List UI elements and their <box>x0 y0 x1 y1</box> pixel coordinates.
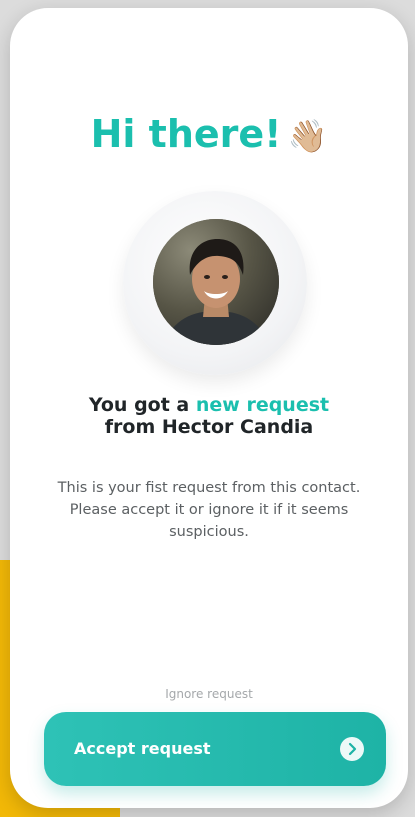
request-message: This is your fist request from this cont… <box>57 480 361 540</box>
greeting-title-text: Hi there! <box>90 112 282 156</box>
greeting-title: Hi there! 👋🏼 <box>10 112 408 156</box>
chevron-right-circle-icon <box>340 737 364 761</box>
waving-hand-icon: 👋🏼 <box>287 117 328 155</box>
headline-accent: new request <box>195 394 330 416</box>
headline-line-1: You got a new request <box>10 394 408 416</box>
headline-line-2: from Hector Candia <box>104 416 314 438</box>
accept-request-button[interactable]: Accept request <box>44 712 386 786</box>
avatar-ring <box>123 191 307 375</box>
headline-prefix: You got a <box>88 394 190 416</box>
avatar <box>153 219 279 345</box>
chevron-right-icon <box>348 742 357 756</box>
accept-request-label: Accept request <box>74 739 211 758</box>
request-headline: You got a new request from Hector Candia <box>10 394 408 438</box>
phone-screen: Hi there! 👋🏼 You got a new request from … <box>10 8 408 808</box>
ignore-request-link[interactable]: Ignore request <box>10 687 408 701</box>
avatar-image <box>153 219 279 345</box>
